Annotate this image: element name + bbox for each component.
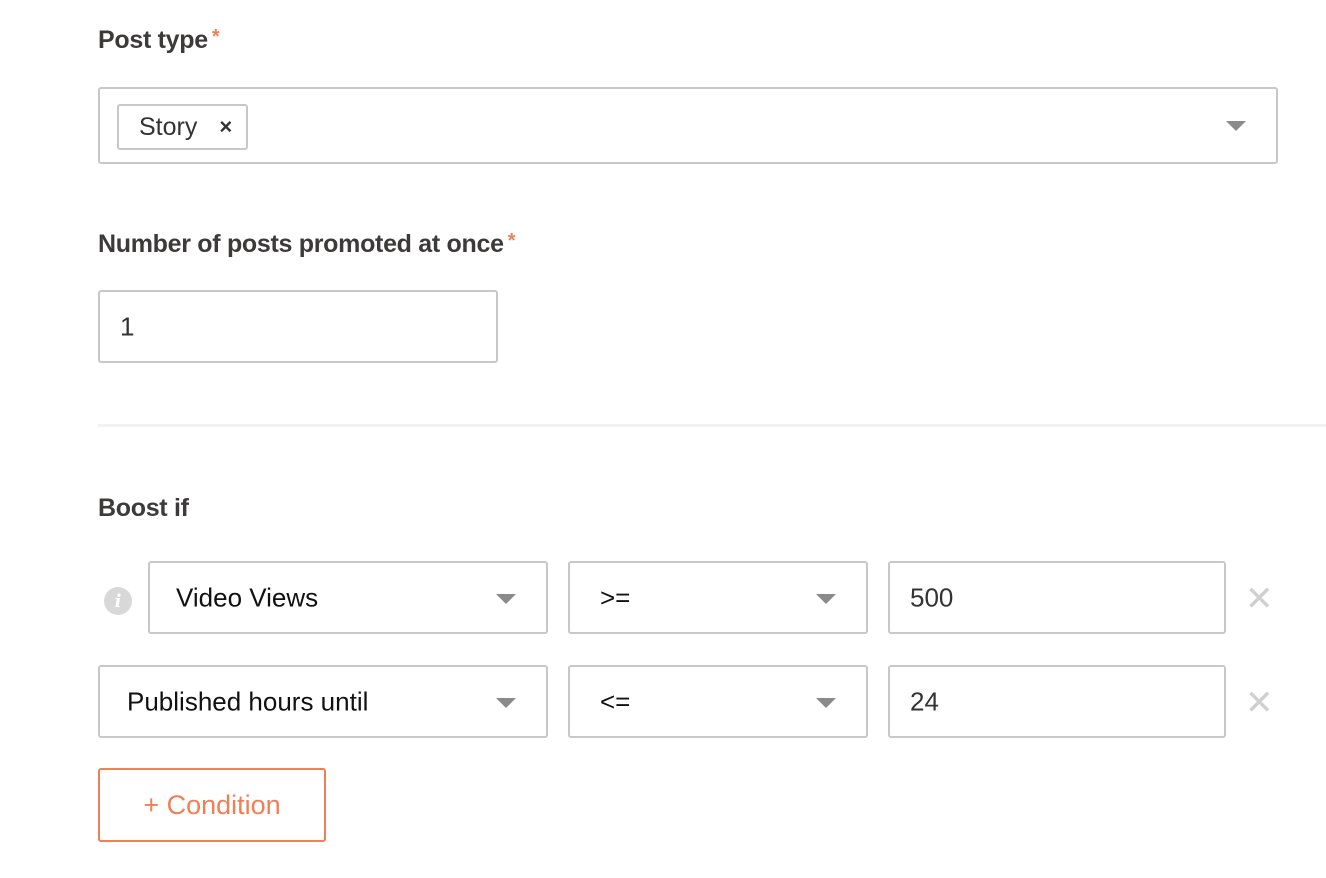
chevron-down-icon: [816, 594, 836, 604]
condition-1-remove-icon[interactable]: ✕: [1245, 582, 1274, 616]
condition-2-remove-icon[interactable]: ✕: [1245, 686, 1274, 720]
boost-if-label: Boost if: [98, 494, 189, 522]
condition-2-metric-select[interactable]: Published hours until: [98, 665, 548, 738]
condition-1-metric-value: Video Views: [176, 582, 319, 612]
chevron-down-icon: [496, 594, 516, 604]
tag-label: Story: [139, 112, 198, 141]
post-type-multiselect[interactable]: Story ×: [98, 87, 1278, 164]
posts-count-value: 1: [120, 311, 135, 341]
info-icon[interactable]: i: [104, 587, 132, 615]
condition-1-metric-select[interactable]: Video Views: [148, 561, 548, 634]
condition-2-metric-value: Published hours until: [127, 686, 369, 716]
tag-remove-icon[interactable]: ×: [219, 114, 232, 140]
condition-1-operator-value: >=: [600, 582, 631, 612]
selected-tag-story: Story ×: [117, 104, 249, 150]
add-condition-button[interactable]: + Condition: [98, 768, 326, 842]
post-type-label: Post type *: [98, 26, 220, 55]
required-asterisk: *: [507, 230, 516, 252]
chevron-down-icon: [816, 698, 836, 708]
condition-2-operator-select[interactable]: <=: [568, 665, 868, 738]
condition-1-value: 500: [910, 582, 954, 612]
condition-2-value: 24: [910, 686, 939, 716]
chevron-down-icon[interactable]: [1226, 121, 1246, 131]
post-type-label-text: Post type: [98, 26, 208, 54]
posts-count-label-text: Number of posts promoted at once: [98, 230, 504, 258]
chevron-down-icon: [496, 698, 516, 708]
required-asterisk: *: [211, 26, 220, 48]
condition-2-operator-value: <=: [600, 686, 631, 716]
posts-count-input[interactable]: 1: [98, 290, 498, 363]
posts-count-label: Number of posts promoted at once *: [98, 230, 516, 259]
condition-1-value-input[interactable]: 500: [888, 561, 1226, 634]
section-divider: [98, 424, 1326, 427]
condition-1-operator-select[interactable]: >=: [568, 561, 868, 634]
condition-2-value-input[interactable]: 24: [888, 665, 1226, 738]
